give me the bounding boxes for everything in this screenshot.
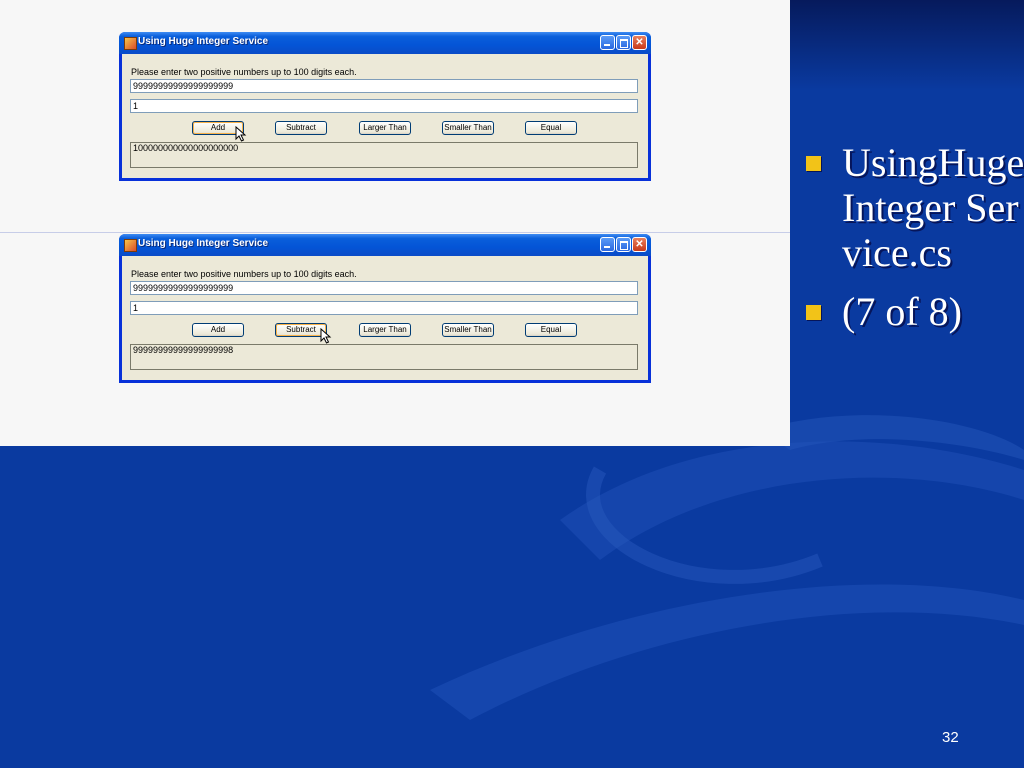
app-icon bbox=[124, 37, 137, 50]
second-number-input[interactable]: 1 bbox=[130, 301, 638, 315]
bullet-text: UsingHugeInteger Service.cs bbox=[842, 140, 1024, 275]
smaller-than-button[interactable]: Smaller Than bbox=[442, 121, 494, 135]
bullet-item: (7 of 8) bbox=[806, 289, 1024, 334]
result-output: 100000000000000000000 bbox=[130, 142, 638, 168]
minimize-button[interactable] bbox=[600, 237, 615, 252]
maximize-button[interactable] bbox=[616, 35, 631, 50]
window-client-area: Please enter two positive numbers up to … bbox=[122, 54, 648, 178]
smaller-than-button[interactable]: Smaller Than bbox=[442, 323, 494, 337]
panel-divider bbox=[0, 232, 790, 233]
maximize-button[interactable] bbox=[616, 237, 631, 252]
first-number-input[interactable]: 99999999999999999999 bbox=[130, 281, 638, 295]
screenshot-panel: Using Huge Integer Service ✕ Please ente… bbox=[0, 0, 790, 446]
close-button[interactable]: ✕ bbox=[632, 237, 647, 252]
app-icon bbox=[124, 239, 137, 252]
app-window-subtract: Using Huge Integer Service ✕ Please ente… bbox=[119, 234, 651, 383]
minimize-button[interactable] bbox=[600, 35, 615, 50]
window-title: Using Huge Integer Service bbox=[138, 238, 269, 249]
result-output: 99999999999999999998 bbox=[130, 344, 638, 370]
bullet-square-icon bbox=[806, 156, 821, 171]
second-number-input[interactable]: 1 bbox=[130, 99, 638, 113]
bullet-item: UsingHugeInteger Service.cs bbox=[806, 140, 1024, 275]
instruction-label: Please enter two positive numbers up to … bbox=[131, 67, 357, 77]
bullet-square-icon bbox=[806, 305, 821, 320]
add-button[interactable]: Add bbox=[192, 323, 244, 337]
subtract-button[interactable]: Subtract bbox=[275, 121, 327, 135]
mouse-pointer-icon bbox=[320, 328, 332, 344]
window-title: Using Huge Integer Service bbox=[138, 36, 269, 47]
equal-button[interactable]: Equal bbox=[525, 323, 577, 337]
slide-page-number: 32 bbox=[942, 729, 959, 746]
window-titlebar[interactable]: Using Huge Integer Service ✕ bbox=[119, 234, 651, 256]
slide-bullets: UsingHugeInteger Service.cs (7 of 8) bbox=[806, 140, 1024, 348]
app-window-add: Using Huge Integer Service ✕ Please ente… bbox=[119, 32, 651, 181]
larger-than-button[interactable]: Larger Than bbox=[359, 121, 411, 135]
larger-than-button[interactable]: Larger Than bbox=[359, 323, 411, 337]
slide-top-band bbox=[790, 0, 1024, 90]
window-titlebar[interactable]: Using Huge Integer Service ✕ bbox=[119, 32, 651, 54]
close-button[interactable]: ✕ bbox=[632, 35, 647, 50]
instruction-label: Please enter two positive numbers up to … bbox=[131, 269, 357, 279]
first-number-input[interactable]: 99999999999999999999 bbox=[130, 79, 638, 93]
window-client-area: Please enter two positive numbers up to … bbox=[122, 256, 648, 380]
bullet-text: (7 of 8) bbox=[842, 289, 962, 334]
mouse-pointer-icon bbox=[235, 126, 247, 142]
equal-button[interactable]: Equal bbox=[525, 121, 577, 135]
